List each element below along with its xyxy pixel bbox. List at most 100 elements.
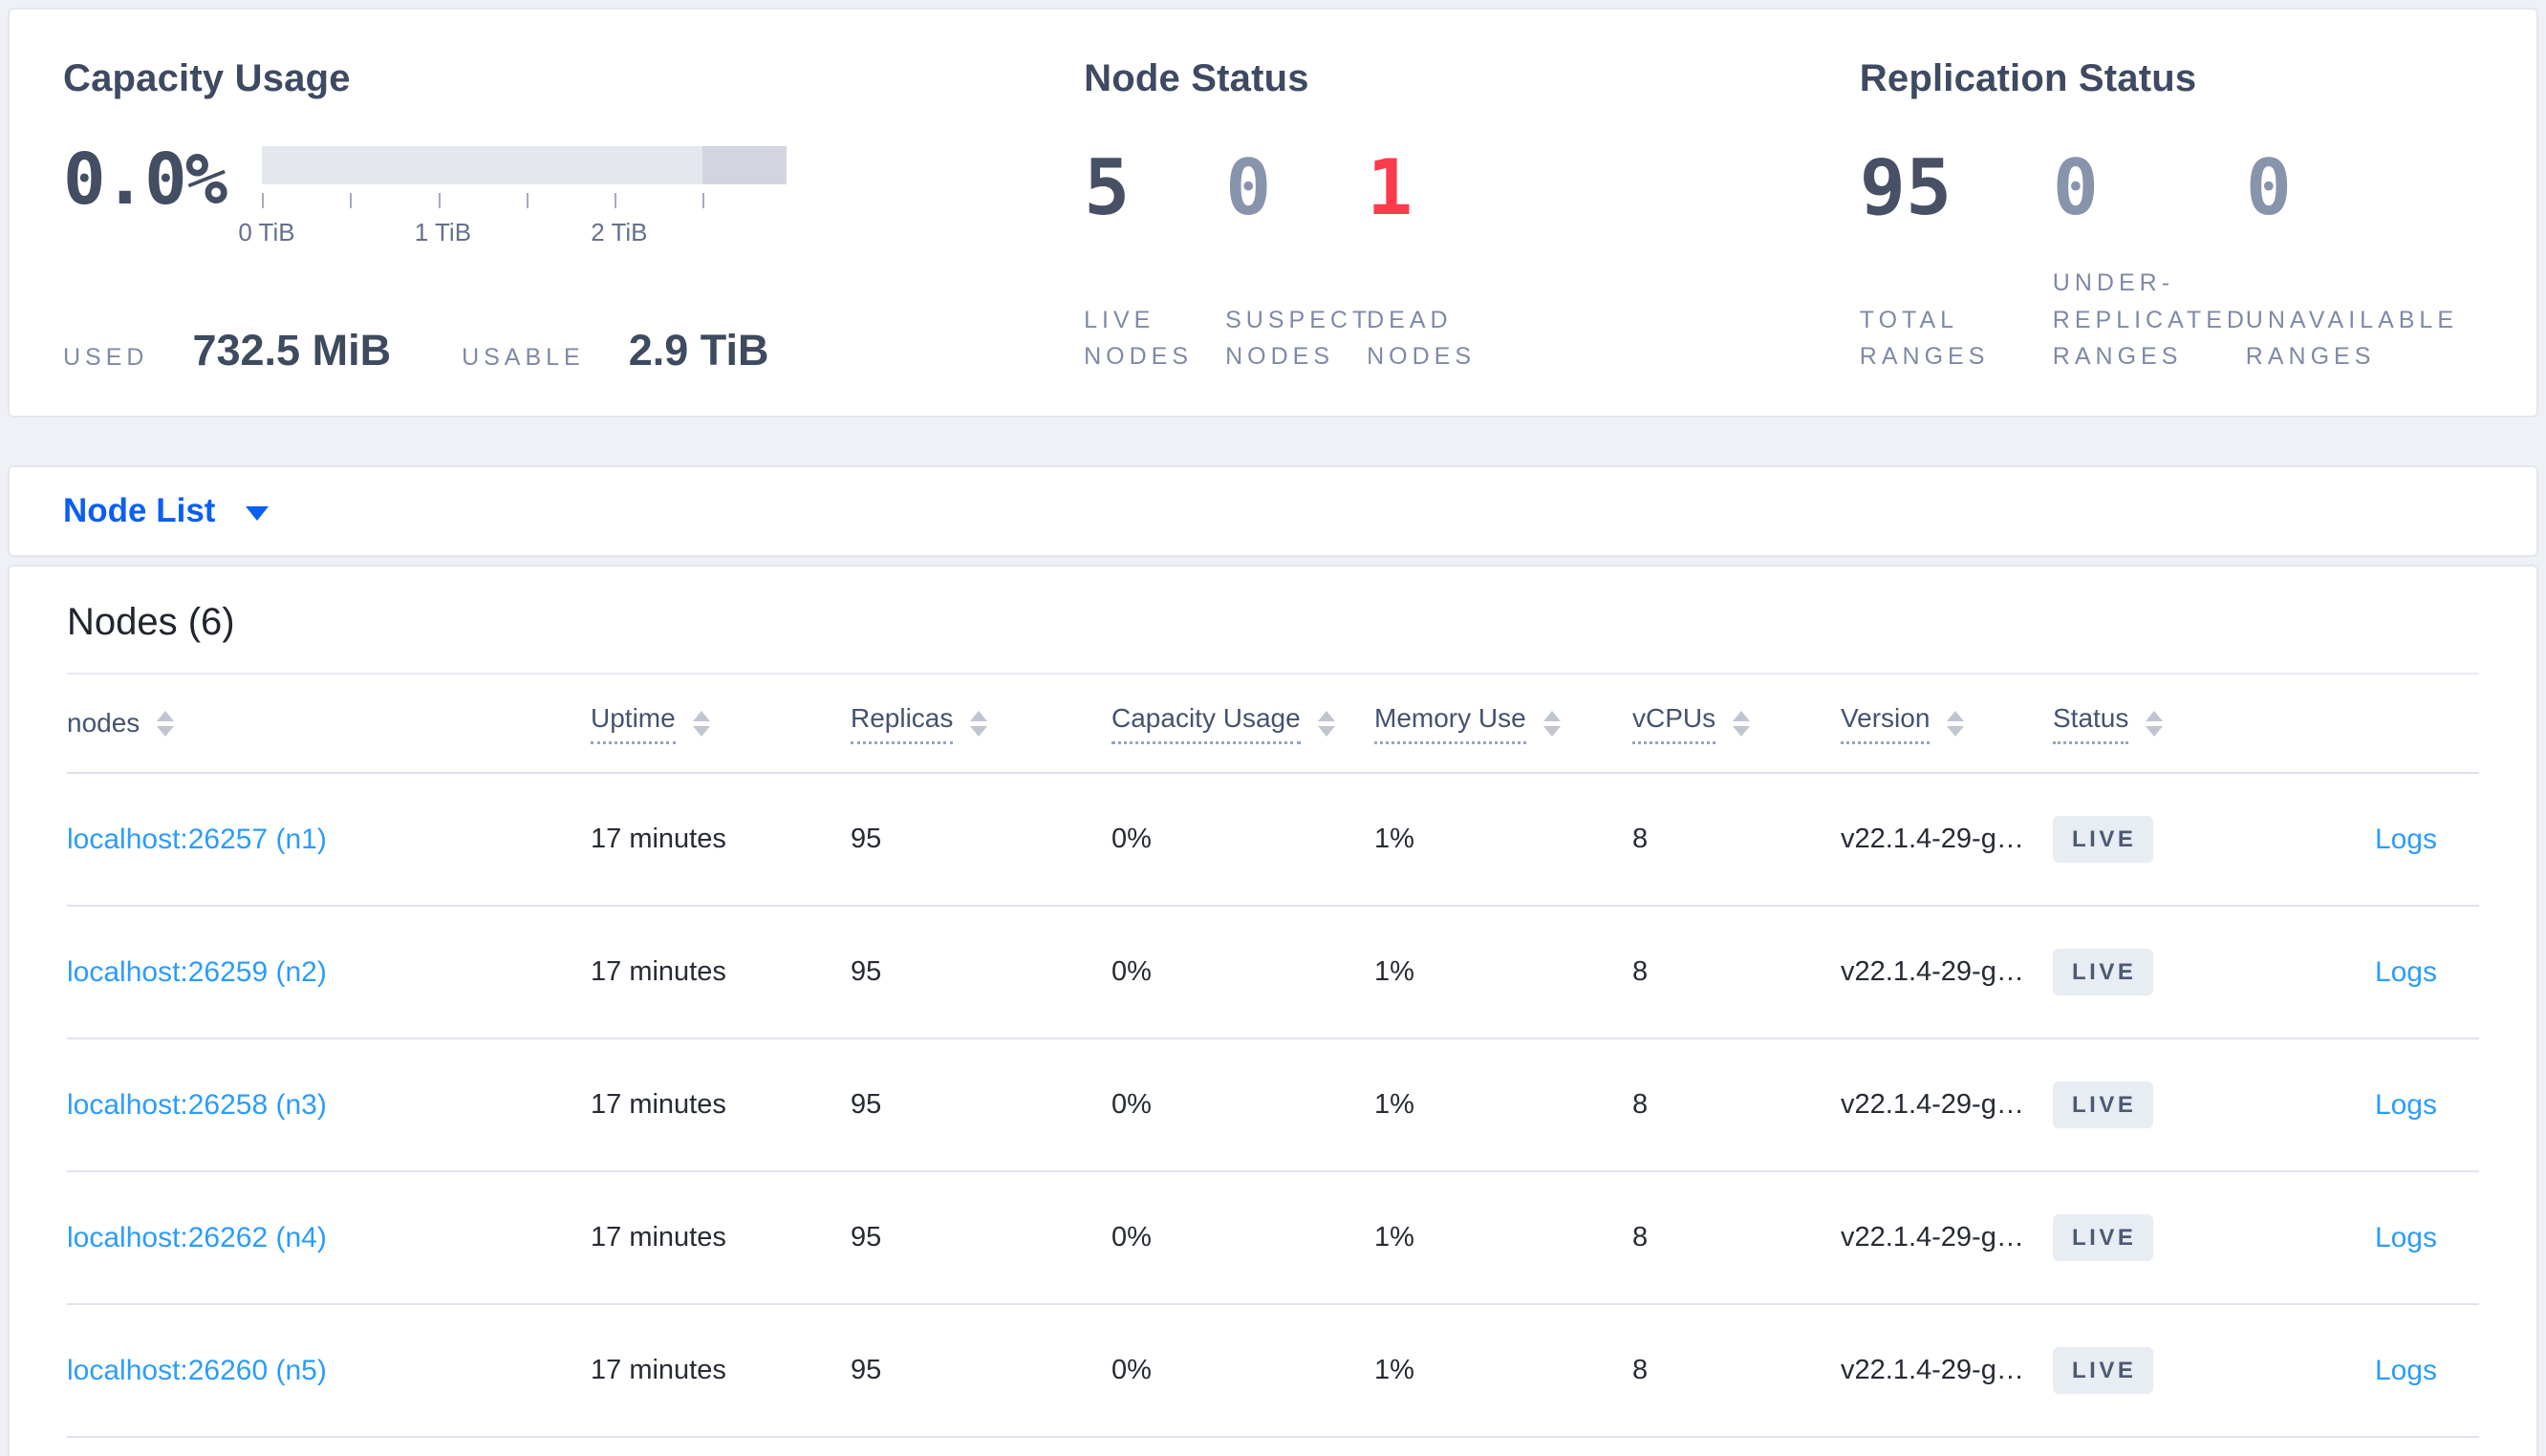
vcpus-cell: 8 <box>1632 1355 1649 1385</box>
uptime-cell: 17 minutes <box>591 1355 726 1385</box>
column-header-replicas[interactable]: Replicas <box>851 703 1111 744</box>
vcpus-cell: 8 <box>1632 956 1649 987</box>
capacity-usage-cell: 0% <box>1111 1355 1152 1385</box>
status-badge: LIVE <box>2053 816 2154 863</box>
node-address-link[interactable]: localhost:26262 (n4) <box>67 1222 327 1253</box>
total-ranges-count: 95 <box>1859 143 1953 232</box>
capacity-gauge-axis: 0 TiB 1 TiB 2 TiB <box>238 218 787 248</box>
replicas-cell: 95 <box>851 824 882 854</box>
sort-icon <box>1543 710 1561 737</box>
status-badge: LIVE <box>2053 1347 2154 1394</box>
nodes-heading: Nodes (6) <box>67 601 235 643</box>
capacity-gauge-bar <box>262 146 788 184</box>
capacity-percent-value: 0.0% <box>63 139 227 221</box>
under-replicated-ranges-label: UNDER-REPLICATED RANGES <box>2052 268 2249 371</box>
used-value: 732.5 MiB <box>192 326 392 375</box>
vcpus-cell: 8 <box>1632 1222 1649 1253</box>
table-row: localhost:26257 (n1) 17 minutes 95 0% 1%… <box>67 774 2479 907</box>
capacity-usage-cell: 0% <box>1111 824 1152 854</box>
sort-icon <box>1733 710 1751 737</box>
status-badge: LIVE <box>2053 949 2154 996</box>
capacity-usage-section: Capacity Usage 0.0% 0 TiB 1 TiB 2 TiB US… <box>63 57 1084 375</box>
status-badge: LIVE <box>2053 1214 2154 1261</box>
logs-link[interactable]: Logs <box>2375 1089 2437 1121</box>
node-address-link[interactable]: localhost:26259 (n2) <box>67 956 327 988</box>
dead-nodes-label: DEAD NODES <box>1367 306 1477 371</box>
used-label: USED <box>63 344 149 371</box>
replication-status-section: Replication Status 95 0 0 TOTAL RANGES U… <box>1860 57 2483 375</box>
sort-icon <box>1947 710 1965 737</box>
uptime-cell: 17 minutes <box>591 956 726 987</box>
memory-use-cell: 1% <box>1374 1222 1414 1253</box>
column-header-vcpus[interactable]: vCPUs <box>1632 703 1841 744</box>
replicas-cell: 95 <box>851 956 882 987</box>
usable-label: USABLE <box>462 344 585 371</box>
sort-icon <box>692 710 710 737</box>
version-cell: v22.1.4-29-g… <box>1841 1222 2024 1253</box>
column-header-version[interactable]: Version <box>1841 703 2053 744</box>
usable-value: 2.9 TiB <box>628 326 769 375</box>
replicas-cell: 95 <box>851 1222 882 1253</box>
replicas-cell: 95 <box>851 1089 882 1120</box>
sort-icon <box>970 710 988 737</box>
axis-label: 2 TiB <box>591 218 648 246</box>
capacity-gauge: 0 TiB 1 TiB 2 TiB <box>238 146 788 248</box>
logs-link[interactable]: Logs <box>2375 824 2437 855</box>
vcpus-cell: 8 <box>1632 1089 1649 1120</box>
memory-use-cell: 1% <box>1374 824 1414 854</box>
version-cell: v22.1.4-29-g… <box>1841 956 2024 987</box>
axis-label: 0 TiB <box>238 218 295 246</box>
uptime-cell: 17 minutes <box>591 1089 726 1120</box>
sort-icon <box>157 710 175 737</box>
column-header-nodes[interactable]: nodes <box>67 708 591 739</box>
sort-icon <box>1317 710 1335 737</box>
version-cell: v22.1.4-29-g… <box>1841 1355 2024 1385</box>
under-replicated-ranges-count: 0 <box>2052 143 2099 232</box>
suspect-nodes-label: SUSPECT NODES <box>1225 306 1371 371</box>
memory-use-cell: 1% <box>1374 1355 1414 1385</box>
vcpus-cell: 8 <box>1632 824 1649 854</box>
column-header-capacity-usage[interactable]: Capacity Usage <box>1111 703 1374 744</box>
capacity-usage-cell: 0% <box>1111 1089 1152 1120</box>
cluster-summary-panel: Capacity Usage 0.0% 0 TiB 1 TiB 2 TiB US… <box>8 8 2538 418</box>
logs-link[interactable]: Logs <box>2375 956 2437 988</box>
axis-label: 1 TiB <box>414 218 472 246</box>
table-row: localhost:26259 (n2) 17 minutes 95 0% 1%… <box>67 907 2479 1039</box>
table-row: localhost:26260 (n5) 17 minutes 95 0% 1%… <box>67 1305 2479 1438</box>
chevron-down-icon <box>246 505 270 521</box>
node-address-link[interactable]: localhost:26260 (n5) <box>67 1355 327 1386</box>
column-header-memory-use[interactable]: Memory Use <box>1374 703 1632 744</box>
column-header-uptime[interactable]: Uptime <box>591 703 851 744</box>
node-list-dropdown-label: Node List <box>63 492 216 529</box>
replicas-cell: 95 <box>851 1355 882 1385</box>
suspect-nodes-count: 0 <box>1225 143 1272 232</box>
node-address-link[interactable]: localhost:26257 (n1) <box>67 824 327 855</box>
capacity-usage-cell: 0% <box>1111 1222 1152 1253</box>
table-header-row: nodes Uptime Replicas Capacity Usage Mem… <box>67 674 2479 774</box>
live-nodes-label: LIVE NODES <box>1084 306 1194 371</box>
node-status-section: Node Status 5 0 1 LIVE NODES SUSPECT NOD… <box>1084 57 1860 375</box>
table-row: localhost:26258 (n3) 17 minutes 95 0% 1%… <box>67 1039 2479 1172</box>
total-ranges-label: TOTAL RANGES <box>1859 306 1990 371</box>
node-status-title: Node Status <box>1084 57 1309 99</box>
logs-link[interactable]: Logs <box>2375 1222 2437 1253</box>
view-selector-bar: Node List <box>8 465 2538 557</box>
dead-nodes-count: 1 <box>1367 143 1413 232</box>
uptime-cell: 17 minutes <box>591 1222 726 1253</box>
node-list-dropdown[interactable]: Node List <box>63 492 270 530</box>
replication-status-title: Replication Status <box>1859 57 2197 99</box>
capacity-usage-cell: 0% <box>1111 956 1152 987</box>
unavailable-ranges-label: UNAVAILABLE RANGES <box>2245 306 2458 371</box>
node-address-link[interactable]: localhost:26258 (n3) <box>67 1089 327 1121</box>
nodes-panel: Nodes (6) nodes Uptime Replicas Capacity… <box>8 565 2538 1456</box>
unavailable-ranges-count: 0 <box>2245 143 2292 232</box>
table-row: localhost:26262 (n4) 17 minutes 95 0% 1%… <box>67 1172 2479 1305</box>
column-header-status[interactable]: Status <box>2053 703 2265 744</box>
memory-use-cell: 1% <box>1374 956 1414 987</box>
capacity-usage-title: Capacity Usage <box>63 57 351 99</box>
logs-link[interactable]: Logs <box>2375 1355 2437 1386</box>
capacity-gauge-ticks <box>262 193 787 210</box>
version-cell: v22.1.4-29-g… <box>1841 824 2024 854</box>
memory-use-cell: 1% <box>1374 1089 1414 1120</box>
uptime-cell: 17 minutes <box>591 824 726 854</box>
